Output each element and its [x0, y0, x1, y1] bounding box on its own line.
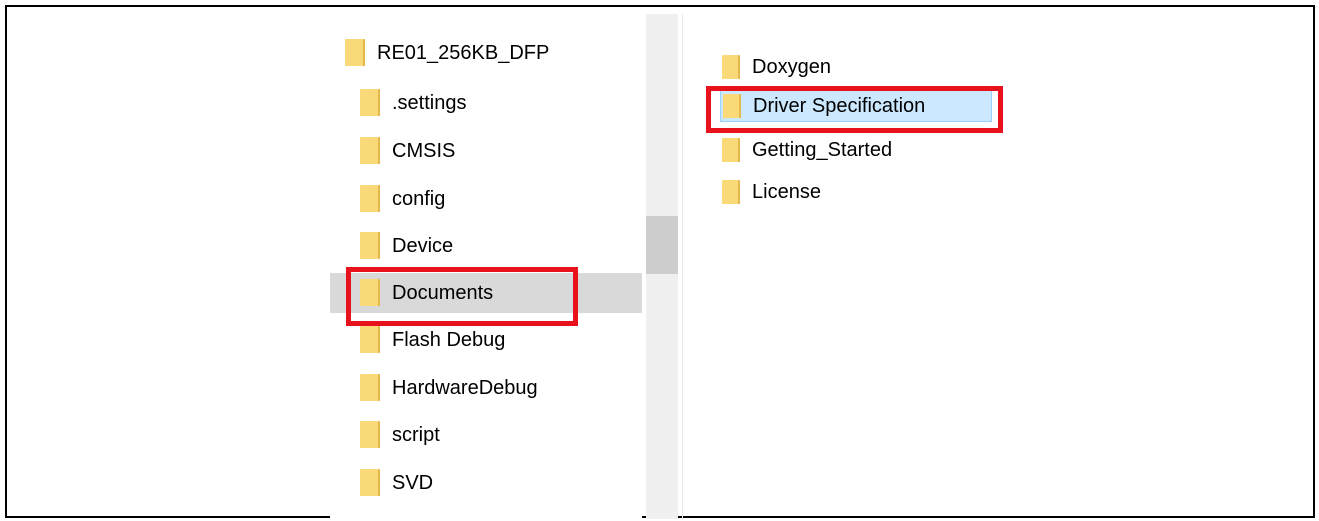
folder-icon [722, 55, 742, 79]
tree-item-label: config [392, 188, 446, 210]
list-item-label: Doxygen [752, 56, 831, 78]
folder-icon [360, 137, 382, 165]
tree-item-label: SVD [392, 472, 434, 494]
list-item-driver-specification[interactable]: Driver Specification [720, 90, 992, 122]
tree-item-svd[interactable]: SVD [330, 463, 642, 503]
folder-icon [345, 39, 367, 67]
tree-item-script[interactable]: script [330, 415, 642, 455]
tree-item-config[interactable]: config [330, 179, 642, 219]
tree-item-label: Flash Debug [392, 329, 506, 351]
list-item-license[interactable]: License [720, 176, 829, 208]
folder-icon [360, 421, 382, 449]
folder-icon [723, 94, 743, 118]
list-item-doxygen[interactable]: Doxygen [720, 51, 839, 83]
folder-icon [360, 232, 382, 260]
list-item-label: License [752, 181, 821, 203]
list-item-label: Driver Specification [753, 95, 926, 117]
tree-item-settings[interactable]: .settings [330, 83, 642, 123]
folder-icon [360, 279, 382, 307]
tree-item-flash-debug[interactable]: Flash Debug [330, 320, 642, 360]
tree-item-label: Documents [392, 282, 494, 304]
tree-item-cmsis[interactable]: CMSIS [330, 131, 642, 171]
tree-item-label: script [392, 424, 440, 446]
list-item-label: Getting_Started [752, 139, 893, 161]
file-list[interactable]: Doxygen Driver Specification Getting_Sta… [690, 36, 1040, 236]
tree-item-documents[interactable]: Documents [330, 273, 642, 313]
tree-root-label: RE01_256KB_DFP [377, 42, 550, 64]
folder-icon [360, 89, 382, 117]
tree-item-label: .settings [392, 92, 467, 114]
list-item-getting-started[interactable]: Getting_Started [720, 134, 900, 166]
tree-item-hardware-debug[interactable]: HardwareDebug [330, 368, 642, 408]
folder-icon [360, 185, 382, 213]
folder-icon [360, 374, 382, 402]
tree-scrollbar[interactable] [646, 14, 678, 519]
pane-divider [682, 14, 683, 519]
scrollbar-thumb[interactable] [646, 216, 678, 274]
navigation-tree[interactable]: RE01_256KB_DFP .settings CMSIS config De… [330, 14, 642, 519]
tree-item-label: HardwareDebug [392, 377, 538, 399]
tree-root-item[interactable]: RE01_256KB_DFP [345, 38, 549, 68]
tree-item-label: CMSIS [392, 140, 456, 162]
tree-item-label: Device [392, 235, 454, 257]
folder-icon [360, 326, 382, 354]
tree-item-device[interactable]: Device [330, 226, 642, 266]
folder-icon [360, 469, 382, 497]
folder-icon [722, 138, 742, 162]
folder-icon [722, 180, 742, 204]
